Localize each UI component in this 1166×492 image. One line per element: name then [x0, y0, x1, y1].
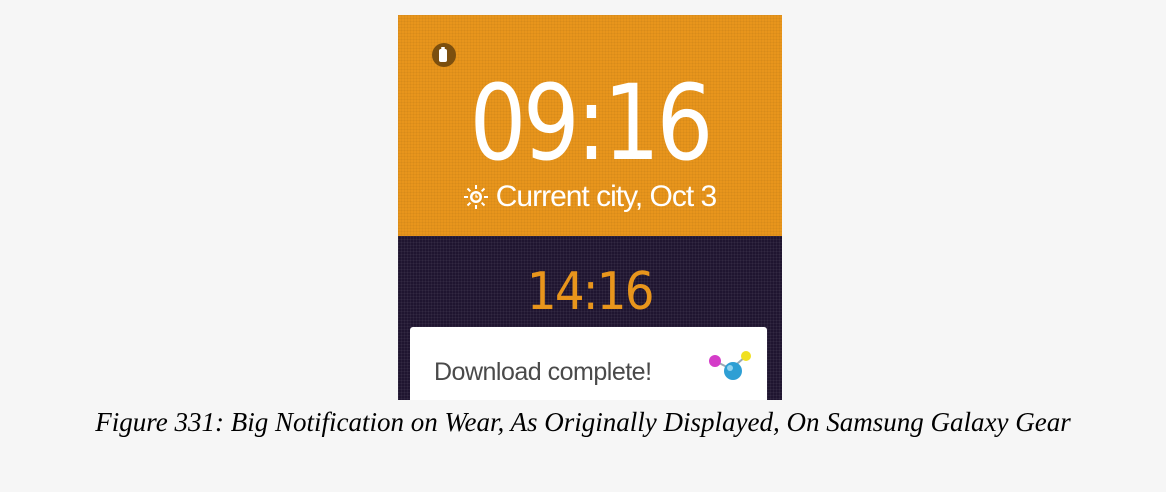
notification-text: Download complete! — [434, 358, 652, 386]
secondary-clock-time: 14:16 — [526, 262, 655, 322]
figure-caption: Figure 331: Big Notification on Wear, As… — [95, 407, 1071, 437]
home-clock-panel: 09:16 Current city, Oct 3 — [398, 15, 782, 236]
location-date-row: Current city, Oct 3 — [398, 179, 782, 215]
sun-icon — [463, 185, 488, 209]
notification-card[interactable]: Download complete! — [410, 327, 767, 400]
watch-screenshot: 09:16 Current city, Oct 3 14:16 Download… — [398, 15, 782, 400]
location-date-text: Current city, Oct 3 — [495, 180, 718, 213]
main-clock-time: 09:16 — [469, 62, 713, 184]
molecule-app-icon — [709, 351, 751, 380]
